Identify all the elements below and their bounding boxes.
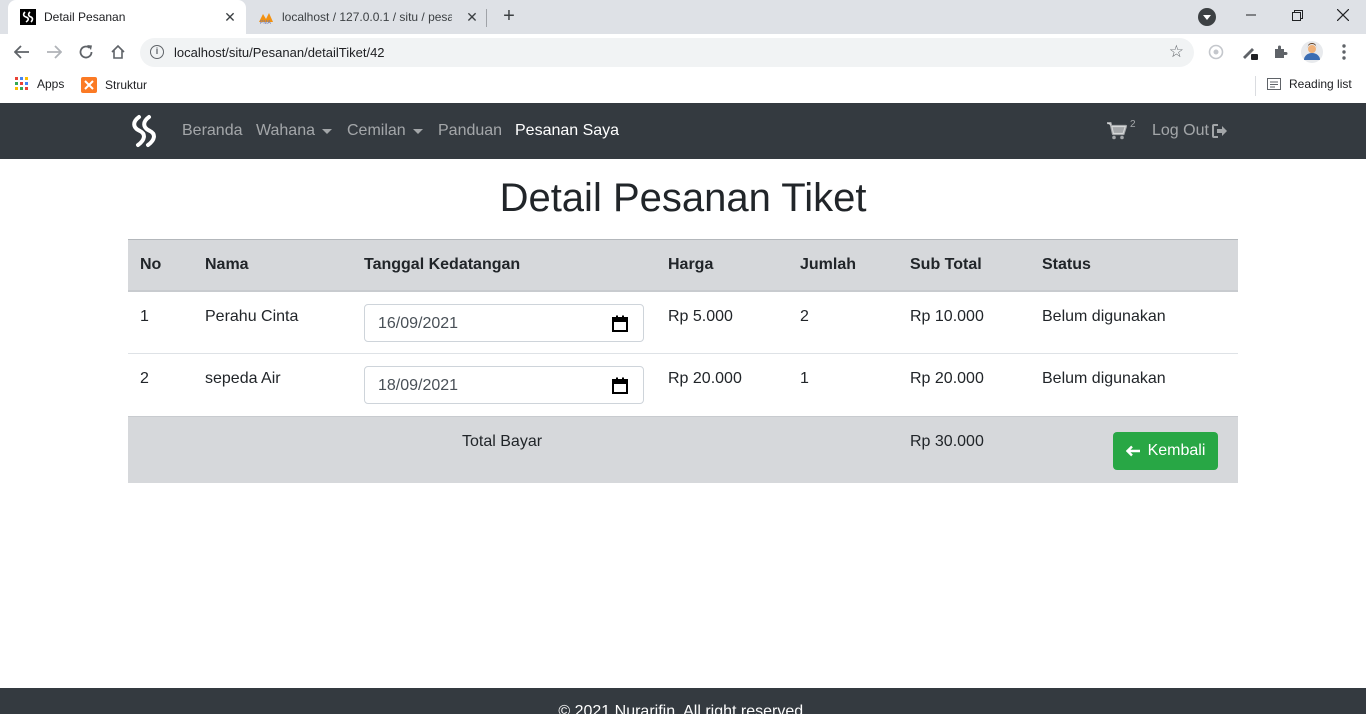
cell-subtotal: Rp 20.000: [898, 353, 1030, 417]
cell-tanggal: 18/09/2021: [352, 353, 656, 417]
logout-link[interactable]: Log Out: [1152, 122, 1228, 140]
cell-nama: sepeda Air: [193, 353, 352, 417]
bookmarks-bar: Apps Struktur Reading list: [0, 70, 1366, 103]
reload-icon[interactable]: [74, 40, 98, 64]
column-header-harga: Harga: [656, 239, 788, 292]
browser-toolbar: i localhost/situ/Pesanan/detailTiket/42 …: [0, 34, 1366, 70]
table-row: 2 sepeda Air 18/09/2021 Rp 20.000 1 Rp 2…: [128, 353, 1238, 417]
home-icon[interactable]: [106, 40, 130, 64]
bookmark-struktur[interactable]: Struktur: [81, 77, 147, 93]
table-total-row: Total Bayar Rp 30.000: [128, 416, 1238, 483]
reading-list[interactable]: Reading list: [1267, 77, 1352, 91]
page-title: Detail Pesanan Tiket: [499, 176, 867, 220]
back-button[interactable]: Kembali: [1113, 432, 1218, 470]
calendar-icon[interactable]: [612, 315, 628, 332]
restore-icon[interactable]: [1274, 0, 1320, 30]
tab-phpmyadmin[interactable]: PMA localhost / 127.0.0.1 / situ / pesan…: [248, 0, 488, 34]
cell-jumlah: 2: [788, 290, 898, 354]
total-value: Rp 30.000: [898, 416, 1030, 483]
xampp-icon: [81, 77, 97, 93]
apps-grid-icon: [15, 77, 28, 90]
extension-pen-icon[interactable]: [1240, 42, 1260, 62]
profile-avatar-icon[interactable]: [1301, 41, 1323, 63]
reading-list-icon: [1267, 78, 1281, 90]
cell-nama: Perahu Cinta: [193, 290, 352, 354]
cell-tanggal: 16/09/2021: [352, 290, 656, 354]
arrival-date-input[interactable]: 16/09/2021: [364, 303, 644, 342]
bookmark-apps[interactable]: Apps: [15, 77, 64, 91]
tab-divider: [486, 9, 487, 27]
cart-count-badge: 2: [1130, 119, 1136, 130]
calendar-icon[interactable]: [612, 377, 628, 394]
close-window-icon[interactable]: [1320, 0, 1366, 30]
new-tab-icon[interactable]: +: [498, 6, 520, 28]
site-footer: © 2021 Nurarifin. All right reserved.: [0, 688, 1366, 714]
column-header-status: Status: [1030, 239, 1238, 292]
address-bar[interactable]: i localhost/situ/Pesanan/detailTiket/42 …: [140, 38, 1194, 67]
bookmarks-divider: [1255, 76, 1256, 96]
svg-text:PMA: PMA: [260, 20, 272, 25]
bookmark-star-icon[interactable]: ☆: [1169, 42, 1184, 62]
footer-copyright: © 2021 Nurarifin. All right reserved.: [558, 703, 808, 714]
date-value: 18/09/2021: [378, 377, 459, 394]
forward-arrow-icon[interactable]: [42, 40, 66, 64]
shopping-cart-icon: [1107, 122, 1127, 140]
cart-link[interactable]: 2: [1107, 119, 1136, 140]
cell-no: 1: [128, 290, 193, 354]
cell-harga: Rp 5.000: [656, 290, 788, 354]
column-header-tanggal: Tanggal Kedatangan: [352, 239, 656, 292]
chevron-down-icon: [412, 128, 423, 134]
total-label: Total Bayar: [352, 416, 788, 483]
tab-strip: Detail Pesanan ✕ PMA localhost / 127.0.0…: [0, 0, 1366, 34]
tab-search-icon[interactable]: [1198, 8, 1216, 26]
column-header-no: No: [128, 239, 193, 292]
sign-out-icon: [1211, 124, 1227, 138]
arrival-date-input[interactable]: 18/09/2021: [364, 366, 644, 404]
close-tab-icon[interactable]: ✕: [464, 9, 480, 25]
chrome-menu-icon[interactable]: [1334, 42, 1354, 62]
table-row: 1 Perahu Cinta 16/09/2021 Rp 5.000 2 Rp …: [128, 290, 1238, 354]
chevron-down-icon: [322, 128, 332, 134]
nav-wahana-dropdown[interactable]: Wahana: [256, 122, 332, 140]
table-header-row: No Nama Tanggal Kedatangan Harga Jumlah …: [128, 239, 1238, 292]
url-text: localhost/situ/Pesanan/detailTiket/42: [174, 45, 385, 60]
tab-detail-pesanan[interactable]: Detail Pesanan ✕: [8, 0, 246, 34]
column-header-nama: Nama: [193, 239, 352, 292]
bookmark-label: Struktur: [105, 78, 148, 92]
cell-status: Belum digunakan: [1030, 353, 1238, 417]
cell-no: 2: [128, 353, 193, 417]
phpmyadmin-favicon-icon: PMA: [259, 13, 273, 25]
site-info-icon[interactable]: i: [150, 45, 164, 59]
close-tab-icon[interactable]: ✕: [222, 9, 238, 25]
nav-beranda[interactable]: Beranda: [182, 122, 243, 140]
date-value: 16/09/2021: [378, 314, 459, 332]
arrow-left-icon: [1125, 445, 1140, 457]
nav-pesanan-saya[interactable]: Pesanan Saya: [515, 122, 619, 140]
column-header-jumlah: Jumlah: [788, 239, 898, 292]
cell-subtotal: Rp 10.000: [898, 290, 1030, 354]
column-header-subtotal: Sub Total: [898, 239, 1030, 292]
brand-logo-icon[interactable]: [130, 114, 158, 148]
site-favicon-icon: [20, 9, 36, 25]
nav-panduan[interactable]: Panduan: [438, 122, 502, 140]
back-arrow-icon[interactable]: [10, 40, 34, 64]
extension-circle-icon[interactable]: [1206, 42, 1226, 62]
bookmark-label: Apps: [37, 77, 65, 91]
tab-title: localhost / 127.0.0.1 / situ / pesanan: [282, 10, 452, 24]
cell-harga: Rp 20.000: [656, 353, 788, 417]
minimize-icon[interactable]: [1228, 0, 1274, 30]
order-detail-table: No Nama Tanggal Kedatangan Harga Jumlah …: [128, 239, 1238, 483]
tab-title: Detail Pesanan: [44, 10, 126, 24]
reading-list-label: Reading list: [1289, 77, 1352, 91]
extensions-puzzle-icon[interactable]: [1270, 42, 1290, 62]
nav-cemilan-dropdown[interactable]: Cemilan: [347, 122, 423, 140]
cell-status: Belum digunakan: [1030, 290, 1238, 354]
site-navbar: Beranda Wahana Cemilan Panduan Pesanan S…: [0, 103, 1366, 159]
cell-jumlah: 1: [788, 353, 898, 417]
